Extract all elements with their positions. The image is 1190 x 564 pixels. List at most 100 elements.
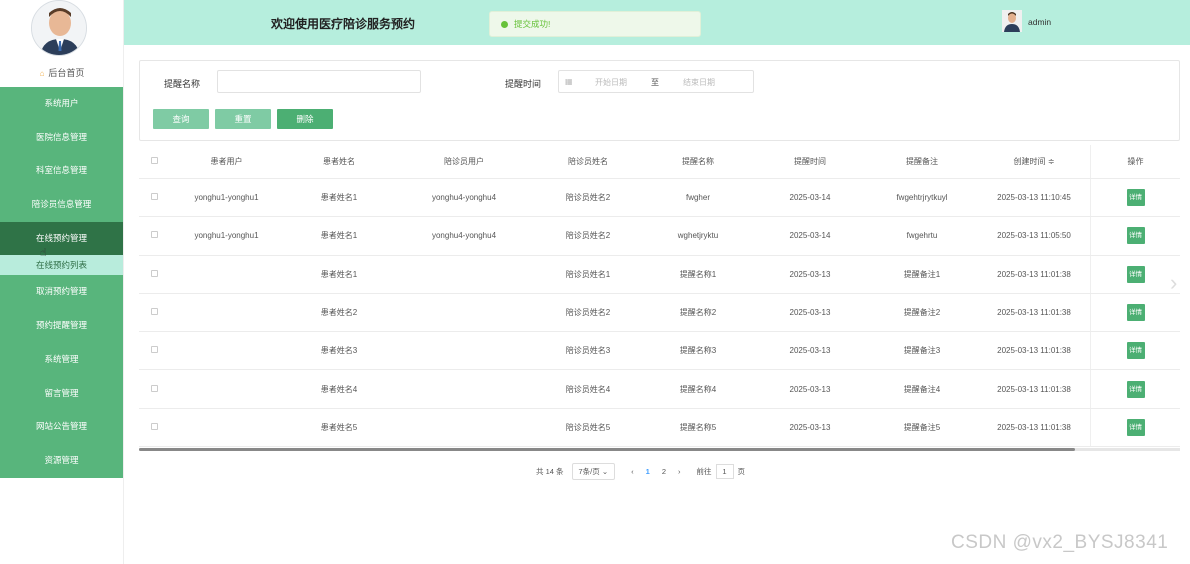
cell-escort-name: 陪诊员姓名3 [565, 346, 611, 356]
pointer-cursor-icon: ☝ [40, 247, 47, 259]
cell-created-time: 2025-03-13 11:01:38 [997, 422, 1071, 432]
detail-button[interactable]: 详情 [1126, 227, 1145, 245]
side-menu: 系统用户 医院信息管理 科室信息管理 陪诊员信息管理 在线预约管理 在线预约列表… [0, 87, 123, 478]
goto-input[interactable]: 1 [715, 463, 734, 479]
cell-patient-user: yonghu1-yonghu1 [194, 231, 259, 241]
header-escort-name: 陪诊员姓名 [568, 157, 608, 166]
page-suffix: 页 [737, 466, 746, 476]
cell-patient-name: 患者姓名3 [320, 346, 358, 356]
menu-item-announcements[interactable]: 网站公告管理 [0, 410, 123, 444]
cell-reminder-time: 2025-03-13 [789, 308, 831, 318]
cell-reminder-name: 提醒名称3 [679, 346, 717, 356]
cell-escort-user: yonghu4-yonghu4 [431, 193, 497, 203]
page-2[interactable]: 2 [662, 467, 666, 476]
query-button[interactable]: 查询 [153, 109, 209, 129]
top-header: 欢迎使用医疗陪诊服务预约 提交成功! admin [124, 0, 1190, 45]
sidebar: ⌂ 后台首页 系统用户 医院信息管理 科室信息管理 陪诊员信息管理 在线预约管理 … [0, 0, 124, 564]
row-checkbox[interactable] [150, 231, 158, 239]
cell-created-time: 2025-03-13 11:10:45 [997, 193, 1071, 203]
chevron-right-icon[interactable]: › [1170, 270, 1177, 296]
cell-patient-user: yonghu1-yonghu1 [194, 193, 259, 203]
table-row: 患者姓名5 陪诊员姓名5 提醒名称5 2025-03-13 提醒备注5 2025… [139, 408, 1180, 448]
row-checkbox[interactable] [150, 269, 158, 277]
delete-button[interactable]: 删除 [277, 109, 333, 129]
menu-item-resources[interactable]: 资源管理 [0, 444, 123, 478]
table-row: 患者姓名2 陪诊员姓名2 提醒名称2 2025-03-13 提醒备注2 2025… [139, 293, 1180, 333]
cell-reminder-name: 提醒名称2 [679, 308, 717, 318]
menu-item-department[interactable]: 科室信息管理 [0, 154, 123, 188]
reminder-name-input[interactable] [217, 70, 421, 93]
cell-escort-user: yonghu4-yonghu4 [431, 231, 497, 241]
detail-button[interactable]: 详情 [1126, 418, 1145, 436]
horizontal-scrollbar[interactable] [139, 448, 1075, 451]
page-size-select[interactable]: 7条/页 ⌄ [571, 462, 616, 480]
detail-button[interactable]: 详情 [1126, 342, 1145, 360]
row-checkbox[interactable] [150, 308, 158, 316]
cell-reminder-name: wghetjryktu [677, 231, 719, 241]
submenu-booking-list[interactable]: 在线预约列表 [0, 255, 123, 276]
cell-escort-name: 陪诊员姓名2 [565, 308, 611, 318]
header-created-time[interactable]: 创建时间 ≑ [978, 156, 1090, 167]
menu-item-online-booking[interactable]: 在线预约管理 [0, 221, 123, 256]
table-row: 患者姓名4 陪诊员姓名4 提醒名称4 2025-03-13 提醒备注4 2025… [139, 370, 1180, 409]
goto-label: 前往 [696, 466, 712, 476]
pagination: 共 14 条 7条/页 ⌄ ‹ 1 2 › 前往 1 页 [536, 462, 746, 480]
cell-reminder-time: 2025-03-14 [789, 193, 831, 203]
range-separator: 至 [651, 78, 659, 87]
cell-reminder-time: 2025-03-14 [789, 231, 831, 241]
watermark: CSDN @vx2_BYSJ8341 [951, 532, 1169, 553]
name-label: 提醒名称 [164, 79, 201, 89]
cell-reminder-name: fwgher [685, 193, 710, 203]
detail-button[interactable]: 详情 [1126, 265, 1145, 283]
cell-created-time: 2025-03-13 11:01:38 [997, 384, 1071, 394]
menu-item-cancel-booking[interactable]: 取消预约管理 [0, 275, 123, 309]
profile-avatar [31, 0, 87, 56]
end-date-placeholder: 结束日期 [683, 78, 715, 87]
cell-reminder-time: 2025-03-13 [789, 346, 831, 356]
menu-item-system[interactable]: 系统管理 [0, 343, 123, 377]
reset-button[interactable]: 重置 [215, 109, 271, 129]
menu-item-reminder[interactable]: 预约提醒管理 [0, 309, 123, 343]
start-date-placeholder: 开始日期 [595, 78, 627, 87]
detail-button[interactable]: 详情 [1126, 189, 1145, 207]
menu-item-system-users[interactable]: 系统用户 [0, 87, 123, 121]
cell-created-time: 2025-03-13 11:01:38 [997, 269, 1071, 279]
cell-escort-name: 陪诊员姓名2 [565, 231, 611, 241]
prev-page-icon[interactable]: ‹ [631, 467, 634, 476]
cell-reminder-name: 提醒名称1 [679, 269, 717, 279]
cell-created-time: 2025-03-13 11:01:38 [997, 308, 1071, 318]
home-icon: ⌂ [39, 69, 45, 78]
menu-item-hospital[interactable]: 医院信息管理 [0, 121, 123, 155]
date-range-picker[interactable]: ▦ 开始日期 至 结束日期 [558, 70, 754, 93]
cell-reminder-name: 提醒名称4 [679, 384, 717, 394]
select-all-checkbox[interactable] [150, 157, 158, 164]
cell-escort-name: 陪诊员姓名2 [565, 193, 611, 203]
header-reminder-note: 提醒备注 [906, 157, 938, 166]
cell-escort-name: 陪诊员姓名5 [565, 422, 611, 432]
detail-button[interactable]: 详情 [1126, 304, 1145, 322]
user-avatar[interactable] [1002, 10, 1022, 32]
row-checkbox[interactable] [150, 384, 158, 392]
header-actions: 操作 [1090, 145, 1180, 178]
row-checkbox[interactable] [150, 193, 158, 201]
search-panel: 提醒名称 提醒时间 ▦ 开始日期 至 结束日期 查询 重置 删除 [139, 60, 1180, 141]
row-checkbox[interactable] [150, 422, 158, 430]
cell-created-time: 2025-03-13 11:05:50 [997, 231, 1071, 241]
header-escort-user: 陪诊员用户 [444, 157, 484, 166]
cell-patient-name: 患者姓名4 [320, 384, 358, 394]
cell-reminder-note: 提醒备注5 [903, 422, 941, 432]
cell-reminder-name: 提醒名称5 [679, 422, 717, 432]
home-link[interactable]: ⌂ 后台首页 [0, 66, 124, 79]
cell-reminder-time: 2025-03-13 [789, 422, 831, 432]
username[interactable]: admin [1028, 17, 1051, 27]
table-row: yonghu1-yonghu1 患者姓名1 yonghu4-yonghu4 陪诊… [139, 179, 1180, 218]
menu-item-escort[interactable]: 陪诊员信息管理 [0, 188, 123, 222]
menu-item-messages[interactable]: 留言管理 [0, 377, 123, 411]
detail-button[interactable]: 详情 [1126, 380, 1145, 398]
row-checkbox[interactable] [150, 346, 158, 354]
cell-reminder-note: 提醒备注2 [903, 308, 941, 318]
next-page-icon[interactable]: › [678, 467, 681, 476]
page-1[interactable]: 1 [646, 467, 650, 476]
header-patient-user: 患者用户 [210, 157, 243, 166]
cell-created-time: 2025-03-13 11:01:38 [997, 346, 1071, 356]
